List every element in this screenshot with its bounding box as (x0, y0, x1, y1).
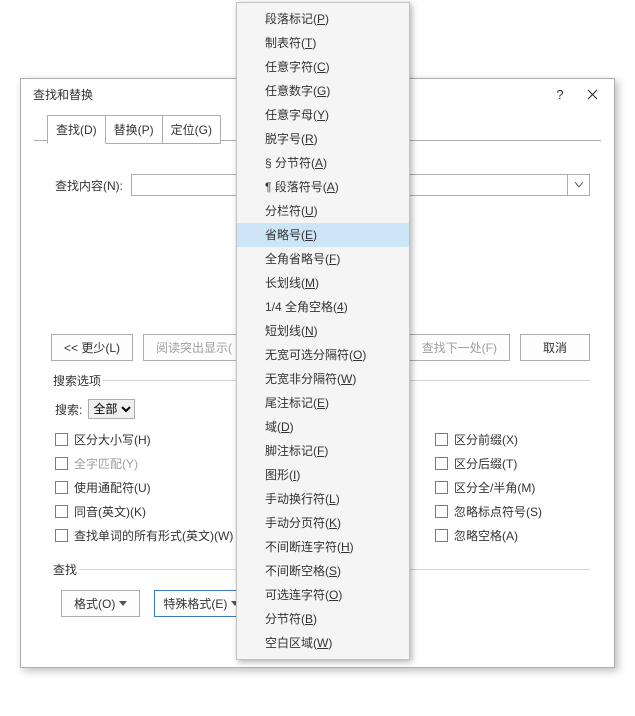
menu-item[interactable]: 任意字母(Y) (237, 103, 409, 127)
menu-item[interactable]: 制表符(T) (237, 31, 409, 55)
menu-item[interactable]: 段落标记(P) (237, 7, 409, 31)
chevron-down-icon (575, 182, 583, 188)
menu-item[interactable]: 长划线(M) (237, 271, 409, 295)
close-button[interactable] (576, 82, 608, 106)
menu-item[interactable]: ¶ 段落符号(A) (237, 175, 409, 199)
menu-item[interactable]: 短划线(N) (237, 319, 409, 343)
menu-item[interactable]: 空白区域(W) (237, 631, 409, 655)
menu-item[interactable]: 手动换行符(L) (237, 487, 409, 511)
checkbox-icon (435, 457, 448, 470)
menu-item[interactable]: 无宽非分隔符(W) (237, 367, 409, 391)
special-format-button[interactable]: 特殊格式(E) (154, 590, 248, 617)
menu-item[interactable]: 脚注标记(F) (237, 439, 409, 463)
options-col-right: 区分前缀(X) 区分后缀(T) 区分全/半角(M) 忽略标点符号(S) 忽略空格… (435, 427, 590, 551)
menu-item[interactable]: 分栏符(U) (237, 199, 409, 223)
menu-item[interactable]: 不间断连字符(H) (237, 535, 409, 559)
search-direction-label: 搜索: (55, 401, 82, 418)
chk-ignore-space[interactable]: 忽略空格(A) (435, 527, 590, 544)
checkbox-icon (435, 433, 448, 446)
chk-ignore-punct[interactable]: 忽略标点符号(S) (435, 503, 590, 520)
chk-prefix[interactable]: 区分前缀(X) (435, 431, 590, 448)
tab-find[interactable]: 查找(D) (47, 115, 106, 144)
menu-item[interactable]: 图形(I) (237, 463, 409, 487)
tab-goto[interactable]: 定位(G) (162, 115, 221, 144)
checkbox-icon (435, 505, 448, 518)
menu-item[interactable]: 省略号(E) (237, 223, 409, 247)
menu-item[interactable]: 分节符(B) (237, 607, 409, 631)
find-label: 查找内容(N): (55, 177, 123, 194)
find-history-dropdown[interactable] (568, 174, 590, 196)
chk-suffix[interactable]: 区分后缀(T) (435, 455, 590, 472)
chk-full-half[interactable]: 区分全/半角(M) (435, 479, 590, 496)
menu-item[interactable]: 域(D) (237, 415, 409, 439)
chevron-down-icon (119, 601, 127, 606)
tab-replace[interactable]: 替换(P) (105, 115, 163, 144)
menu-item[interactable]: 任意数字(G) (237, 79, 409, 103)
special-format-menu: 段落标记(P)制表符(T)任意字符(C)任意数字(G)任意字母(Y)脱字号(R)… (236, 2, 410, 660)
menu-item[interactable]: 不间断空格(S) (237, 559, 409, 583)
checkbox-icon (55, 505, 68, 518)
menu-item[interactable]: 尾注标记(E) (237, 391, 409, 415)
checkbox-icon (435, 481, 448, 494)
search-options-legend: 搜索选项 (51, 372, 103, 389)
checkbox-icon (55, 457, 68, 470)
menu-item[interactable]: 脱字号(R) (237, 127, 409, 151)
checkbox-icon (55, 433, 68, 446)
less-button[interactable]: << 更少(L) (51, 334, 133, 361)
find-section-legend: 查找 (51, 561, 79, 578)
menu-item[interactable]: 全角省略号(F) (237, 247, 409, 271)
checkbox-icon (55, 529, 68, 542)
menu-item[interactable]: § 分节符(A) (237, 151, 409, 175)
help-button[interactable]: ? (544, 82, 576, 106)
menu-item[interactable]: 可选连字符(O) (237, 583, 409, 607)
checkbox-icon (435, 529, 448, 542)
menu-item[interactable]: 1/4 全角空格(4) (237, 295, 409, 319)
search-direction-select[interactable]: 全部 (88, 399, 135, 419)
format-button[interactable]: 格式(O) (61, 590, 140, 617)
cancel-button[interactable]: 取消 (520, 334, 590, 361)
close-icon (587, 89, 598, 100)
menu-item[interactable]: 无宽可选分隔符(O) (237, 343, 409, 367)
menu-item[interactable]: 手动分页符(K) (237, 511, 409, 535)
menu-item[interactable]: 任意字符(C) (237, 55, 409, 79)
checkbox-icon (55, 481, 68, 494)
find-next-button[interactable]: 查找下一处(F) (409, 334, 510, 361)
